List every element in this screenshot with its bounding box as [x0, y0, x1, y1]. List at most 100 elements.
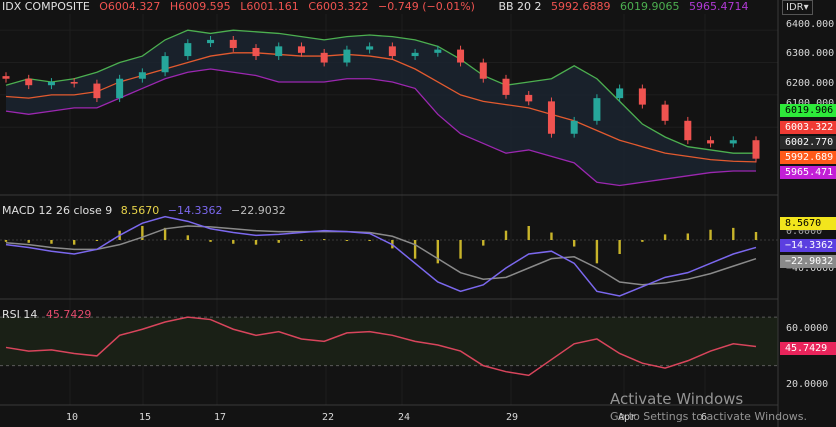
candle-body: [707, 140, 715, 144]
macd-hist-bar: [322, 239, 326, 241]
macd-hist-bar: [663, 234, 667, 240]
candle-body: [366, 46, 374, 50]
macd-hist-bar: [95, 240, 99, 241]
macd-hist-bar: [618, 240, 621, 254]
candle-body: [388, 46, 396, 57]
macd-hist-bar: [732, 227, 735, 240]
macd-hist-bar: [641, 240, 644, 242]
date-axis-label: 22: [322, 412, 335, 423]
macd-hist-tag: 8.5670: [780, 217, 836, 230]
change-value: −0.749 (−0.01%): [377, 0, 475, 13]
macd-hist-bar: [527, 226, 530, 240]
macd-macd-tag: −22.9032: [780, 255, 836, 268]
date-axis-label: 29: [506, 412, 519, 423]
candle-body: [70, 81, 78, 84]
candle-body: [2, 76, 10, 79]
bb-upper-price-tag: 6019.906: [780, 104, 836, 117]
macd-hist-bar: [686, 233, 690, 240]
candle-body: [684, 120, 692, 141]
bb-upper-value: 6019.9065: [620, 0, 680, 13]
candle-body: [547, 101, 555, 134]
candle-body: [593, 98, 601, 121]
macd-hist-bar: [209, 240, 212, 242]
candle-body: [252, 47, 260, 57]
chevron-down-icon: ▾: [803, 2, 809, 13]
candle-body: [320, 52, 328, 63]
low-value: L6001.161: [240, 0, 299, 13]
last-price-tag: 6002.770: [780, 136, 836, 149]
rsi-legend: RSI 14 45.7429: [2, 308, 91, 321]
currency-label: IDR: [786, 2, 804, 13]
price-axis-label: 6300.000: [786, 48, 835, 59]
macd-macd-value: −22.9032: [231, 204, 286, 217]
date-axis-label: 10: [66, 412, 79, 423]
activation-watermark-subtitle: Go to Settings to activate Windows.: [610, 410, 808, 423]
candle-body: [343, 49, 351, 63]
candle-body: [161, 56, 169, 73]
macd-hist-bar: [550, 232, 553, 240]
rsi-value-tag: 45.7429: [780, 342, 836, 355]
macd-hist-bar: [413, 240, 417, 259]
activation-watermark-title: Activate Windows: [610, 390, 744, 408]
rsi-axis-label: 60.0000: [786, 323, 829, 334]
macd-hist-bar: [186, 235, 190, 240]
candle-body: [411, 52, 419, 57]
candle-body: [729, 140, 737, 144]
macd-hist-bar: [595, 240, 599, 264]
macd-hist-bar: [572, 240, 576, 247]
bb-lower-value: 5965.4714: [689, 0, 749, 13]
macd-hist-bar: [254, 240, 258, 245]
macd-hist-bar: [754, 232, 758, 240]
macd-hist-bar: [459, 240, 462, 259]
macd-hist-bar: [368, 240, 371, 241]
main-legend: IDX COMPOSITE O6004.327 H6009.595 L6001.…: [2, 0, 749, 13]
candle-body: [661, 104, 669, 121]
candle-body: [434, 49, 442, 53]
macd-signal-value: −14.3362: [167, 204, 223, 217]
macd-legend: MACD 12 26 close 9 8.5670 −14.3362 −22.9…: [2, 204, 286, 217]
macd-hist-bar: [72, 240, 76, 245]
candle-body: [184, 43, 192, 57]
candle-body: [47, 81, 55, 86]
macd-label[interactable]: MACD 12 26 close 9: [2, 204, 112, 217]
candle-body: [275, 46, 283, 57]
price-axis-label: 6400.000: [786, 19, 835, 30]
macd-hist-bar: [482, 240, 485, 246]
rsi-band-fill: [0, 317, 778, 366]
symbol-name[interactable]: IDX COMPOSITE: [2, 0, 90, 13]
bb-label[interactable]: BB 20 2: [498, 0, 541, 13]
rsi-axis-label: 20.0000: [786, 379, 829, 390]
macd-hist-bar: [50, 240, 53, 244]
macd-hist-value: 8.5670: [120, 204, 160, 217]
candle-body: [616, 88, 624, 99]
rsi-value: 45.7429: [45, 308, 92, 321]
high-value: H6009.595: [169, 0, 231, 13]
close-price-tag: 6003.322: [780, 121, 836, 134]
candle-body: [457, 49, 465, 63]
date-axis-label: 17: [214, 412, 227, 423]
macd-hist-bar: [300, 240, 303, 241]
close-value: C6003.322: [308, 0, 369, 13]
candle-body: [297, 46, 305, 53]
macd-hist-bar: [232, 240, 235, 244]
candle-body: [502, 78, 510, 95]
candle-body: [229, 39, 237, 48]
bb-lower-price-tag: 5965.471: [780, 166, 836, 179]
candle-body: [570, 120, 578, 134]
macd-hist-bar: [277, 240, 280, 243]
candle-body: [93, 83, 101, 99]
candle-body: [752, 140, 760, 159]
date-axis-label: 24: [398, 412, 411, 423]
macd-hist-bar: [709, 229, 712, 240]
currency-button[interactable]: IDR▾: [782, 0, 813, 15]
bb-mid-price-tag: 5992.689: [780, 151, 836, 164]
bb-mid-value: 5992.6889: [551, 0, 611, 13]
macd-hist-bar: [4, 240, 8, 242]
rsi-label[interactable]: RSI 14: [2, 308, 37, 321]
candle-body: [25, 78, 33, 86]
candle-body: [525, 94, 533, 102]
macd-hist-bar: [27, 240, 30, 243]
candle-body: [638, 88, 646, 105]
candle-body: [138, 72, 146, 79]
date-axis-label: 15: [139, 412, 152, 423]
